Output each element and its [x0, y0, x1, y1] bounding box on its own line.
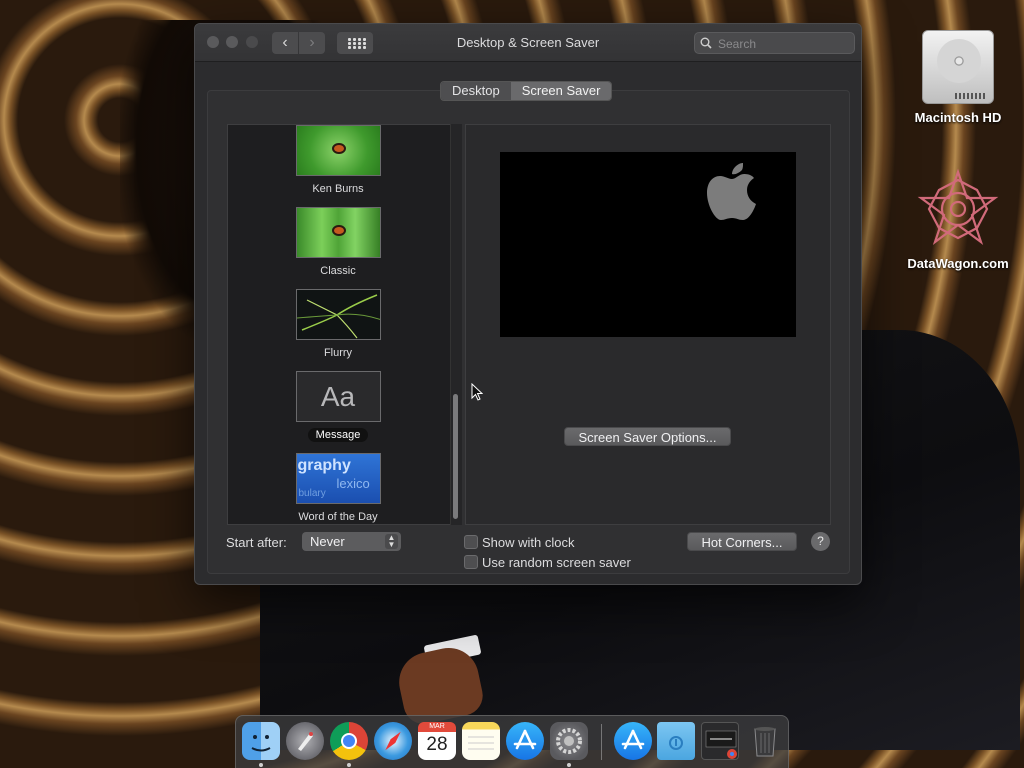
search-placeholder: Search	[718, 37, 757, 51]
stack-icon[interactable]	[701, 722, 739, 760]
notes-icon[interactable]	[462, 722, 500, 760]
saver-label: Ken Burns	[312, 183, 364, 195]
dock: MAR 28	[235, 715, 789, 768]
desktop-icon-macintosh-hd[interactable]: Macintosh HD	[898, 30, 1018, 125]
search-icon	[700, 37, 712, 49]
saver-label: Flurry	[323, 347, 353, 359]
desktop-icon-datawagon[interactable]: DataWagon.com	[898, 168, 1018, 271]
folder-icon[interactable]	[657, 722, 695, 760]
running-indicator	[259, 763, 263, 767]
show-clock-label: Show with clock	[482, 535, 575, 550]
mouse-pointer-icon	[471, 383, 483, 401]
tab-bar: Desktop Screen Saver	[440, 81, 613, 101]
start-after-value: Never	[310, 534, 345, 549]
saver-item-classic[interactable]: Classic	[228, 207, 448, 279]
app-store-icon[interactable]	[506, 722, 544, 760]
chrome-icon[interactable]	[330, 722, 368, 760]
screen-saver-list[interactable]: Ken Burns Classic Flurry Aa Message grap…	[227, 124, 462, 525]
random-saver-checkbox[interactable]	[464, 555, 478, 569]
ladybug-icon	[331, 143, 346, 154]
saver-item-ken-burns[interactable]: Ken Burns	[228, 125, 448, 197]
preferences-window: ‹ › Desktop & Screen Saver Search Deskto…	[194, 23, 862, 585]
saver-item-message[interactable]: Aa Message	[228, 371, 448, 443]
trash-icon[interactable]	[746, 722, 784, 760]
screen-saver-options-button[interactable]: Screen Saver Options...	[564, 427, 731, 446]
tab-desktop[interactable]: Desktop	[441, 82, 511, 100]
help-button[interactable]: ?	[811, 532, 830, 551]
word-of-the-day-thumbnail: graphy lexico bulary	[295, 453, 381, 504]
stepper-arrows-icon: ▲ ▼	[385, 534, 398, 549]
app-store-download-icon[interactable]	[614, 722, 652, 760]
classic-thumbnail	[295, 207, 381, 258]
calendar-icon[interactable]: MAR 28	[418, 722, 456, 760]
start-after-label: Start after:	[226, 535, 287, 550]
preview-screen	[500, 152, 796, 337]
saver-item-flurry[interactable]: Flurry	[228, 289, 448, 361]
tab-screen-saver[interactable]: Screen Saver	[510, 82, 612, 100]
list-scrollbar[interactable]	[453, 394, 458, 519]
title-bar: ‹ › Desktop & Screen Saver Search	[195, 24, 861, 62]
calendar-day: 28	[426, 734, 448, 755]
search-field[interactable]: Search	[694, 32, 855, 54]
ladybug-icon	[331, 225, 346, 236]
saver-label-selected: Message	[307, 428, 369, 442]
calendar-month: MAR	[418, 722, 456, 732]
system-preferences-icon[interactable]	[550, 722, 588, 760]
start-after-select[interactable]: Never ▲ ▼	[302, 532, 401, 551]
show-clock-checkbox[interactable]	[464, 535, 478, 549]
message-thumbnail: Aa	[295, 371, 381, 422]
apple-logo-icon	[707, 163, 756, 220]
dock-separator	[601, 724, 602, 760]
desktop-icon-label: Macintosh HD	[914, 110, 1002, 125]
saver-item-word-of-the-day[interactable]: graphy lexico bulary Word of the Day	[228, 453, 448, 524]
safari-icon[interactable]	[374, 722, 412, 760]
datawagon-logo-icon	[917, 168, 999, 250]
finder-icon[interactable]	[242, 722, 280, 760]
running-indicator	[567, 763, 571, 767]
hard-drive-icon	[922, 30, 994, 104]
saver-label: Classic	[320, 265, 356, 277]
desktop-icon-label: DataWagon.com	[907, 256, 1009, 271]
launchpad-icon[interactable]	[286, 722, 324, 760]
running-indicator	[347, 763, 351, 767]
random-saver-label: Use random screen saver	[482, 555, 631, 570]
ken-burns-thumbnail	[295, 125, 381, 176]
flurry-thumbnail	[295, 289, 381, 340]
hot-corners-button[interactable]: Hot Corners...	[687, 532, 797, 551]
saver-label: Word of the Day	[298, 511, 378, 523]
thumbnail-word: graphy	[297, 457, 351, 474]
